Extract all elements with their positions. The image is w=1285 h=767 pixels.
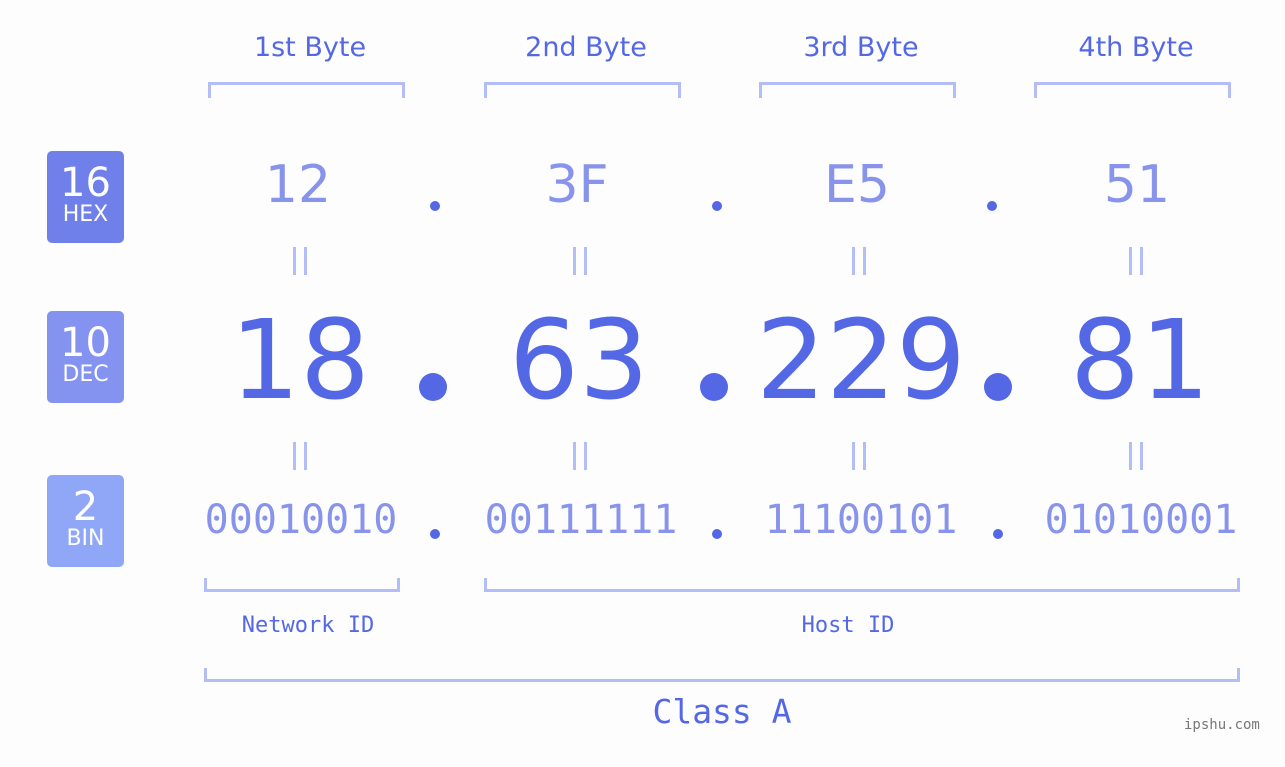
byte-bracket-4 [1034,82,1231,98]
hex-byte-4: 51 [1103,155,1171,215]
host-id-label: Host ID [801,613,895,638]
dec-byte-3: 229 [756,296,966,424]
byte-header-2: 2nd Byte [525,32,647,63]
class-bracket [204,668,1240,682]
bin-byte-3: 11100101 [764,497,958,543]
dec-byte-4: 81 [1070,296,1210,424]
equals-sign [293,442,307,470]
bin-badge: 2 BIN [47,475,124,567]
byte-header-1: 1st Byte [253,32,367,63]
bin-dot-3 [993,529,1003,539]
byte-bracket-2 [484,82,681,98]
byte-bracket-3 [759,82,956,98]
hex-badge-label: HEX [62,202,109,227]
bin-byte-1: 00010010 [204,497,398,543]
byte-header-3: 3rd Byte [803,32,919,63]
bin-badge-label: BIN [66,526,105,551]
bin-dot-2 [712,529,722,539]
hex-badge: 16 HEX [47,151,124,243]
dec-badge-number: 10 [60,320,111,366]
equals-sign [573,442,587,470]
equals-sign [852,247,866,275]
dec-dot-2 [700,373,728,401]
hex-byte-2: 3F [545,155,609,215]
hex-dot-3 [987,201,997,211]
hex-badge-number: 16 [60,160,111,206]
hex-byte-3: E5 [824,155,890,215]
bin-dot-1 [430,529,440,539]
class-label: Class A [652,692,792,731]
dec-badge: 10 DEC [47,311,124,403]
byte-header-4: 4th Byte [1078,32,1194,63]
host-id-bracket [484,578,1240,592]
dec-badge-label: DEC [62,362,109,387]
dec-byte-1: 18 [230,296,370,424]
hex-dot-1 [430,201,440,211]
watermark: ipshu.com [1184,717,1260,733]
equals-sign [1129,247,1143,275]
network-id-bracket [204,578,400,592]
bin-byte-4: 01010001 [1044,497,1238,543]
dec-byte-2: 63 [509,296,649,424]
dec-dot-1 [419,373,447,401]
hex-dot-2 [712,201,722,211]
network-id-label: Network ID [241,613,375,638]
equals-sign [852,442,866,470]
bin-badge-number: 2 [72,484,99,530]
equals-sign [1129,442,1143,470]
equals-sign [573,247,587,275]
bin-byte-2: 00111111 [484,497,678,543]
hex-byte-1: 12 [264,155,332,215]
byte-bracket-1 [208,82,405,98]
equals-sign [293,247,307,275]
dec-dot-3 [984,373,1012,401]
